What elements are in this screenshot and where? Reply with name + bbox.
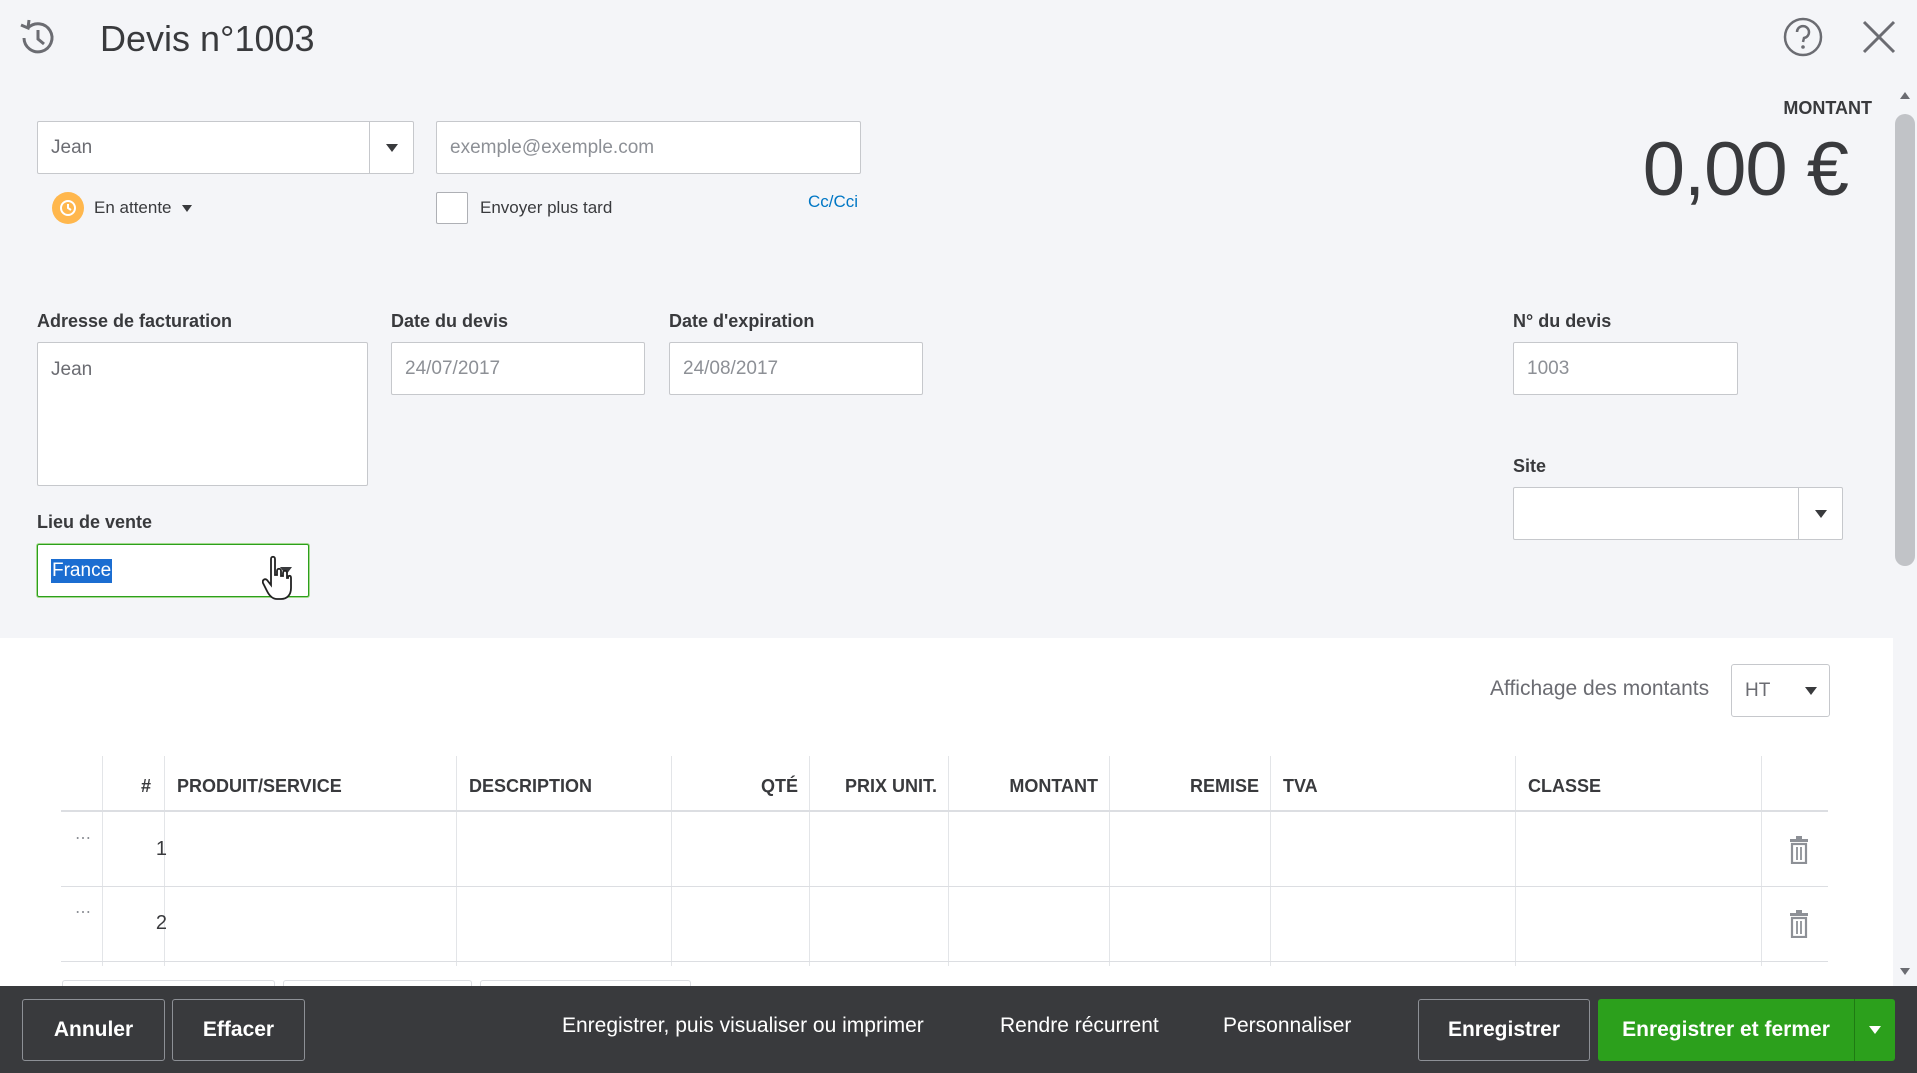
row-number: 2 [155,912,167,934]
close-icon[interactable] [1858,16,1900,58]
drag-handle-icon[interactable]: ⋯ [75,828,92,848]
quote-date-label: Date du devis [391,311,509,331]
column-divider [1515,756,1516,966]
make-recurring-button[interactable]: Rendre récurrent [1000,1014,1159,1038]
save-and-close-button[interactable]: Enregistrer et fermer [1598,999,1854,1061]
save-button[interactable]: Enregistrer [1418,999,1590,1061]
quote-date-field[interactable]: 24/07/2017 [391,342,645,395]
column-header-amount: MONTANT [1009,775,1098,796]
clock-icon [52,192,84,224]
status-label: En attente [94,198,172,217]
expiry-date-value: 24/08/2017 [683,357,779,379]
amount-value: 0,00 € [1642,127,1849,212]
quote-number-field[interactable]: 1003 [1513,342,1738,395]
billing-address-value: Jean [51,359,93,380]
chevron-down-icon [1814,509,1827,518]
expiry-date-label: Date d'expiration [669,311,815,331]
column-header-description: DESCRIPTION [469,775,593,796]
billing-address-label: Adresse de facturation [37,311,233,331]
cancel-button[interactable]: Annuler [22,999,165,1061]
column-header-class: CLASSE [1528,775,1602,796]
history-icon[interactable] [16,16,60,60]
site-dropdown-button[interactable] [1798,488,1842,539]
quote-number-label: N° du devis [1513,311,1612,331]
customize-button[interactable]: Personnaliser [1223,1014,1351,1038]
save-and-print-button[interactable]: Enregistrer, puis visualiser ou imprimer [562,1014,924,1038]
amounts-display-select[interactable]: HT [1731,664,1830,717]
quote-number-value: 1003 [1527,357,1570,379]
customer-select[interactable]: Jean [37,121,414,174]
email-field[interactable]: exemple@exemple.com [436,121,861,174]
customer-dropdown-button[interactable] [369,122,413,173]
page-title: Devis n°1003 [100,18,315,59]
hand-cursor-icon [262,555,292,600]
chevron-down-icon [1869,1026,1881,1034]
scrollbar-thumb[interactable] [1895,114,1915,566]
amounts-display-label: Affichage des montants [1490,677,1710,700]
vertical-scrollbar[interactable] [1893,88,1917,986]
column-header-product: PRODUIT/SERVICE [177,775,342,796]
column-divider [102,756,103,966]
amounts-display-value: HT [1745,679,1771,701]
drag-handle-icon[interactable]: ⋯ [75,902,92,922]
help-icon[interactable] [1782,16,1824,58]
clear-button[interactable]: Effacer [172,999,305,1061]
trash-icon[interactable] [1788,836,1810,864]
scroll-down-arrow-icon[interactable] [1900,968,1910,975]
site-select[interactable] [1513,487,1843,540]
amounts-display-dropdown-button[interactable] [1793,665,1829,716]
save-and-close-split-button[interactable]: Enregistrer et fermer [1598,999,1895,1061]
site-label: Site [1513,456,1547,476]
header: Devis n°1003 [0,0,1917,80]
send-later-checkbox[interactable]: Envoyer plus tard [436,192,612,224]
save-options-dropdown-button[interactable] [1854,999,1895,1061]
column-header-number: # [141,775,152,796]
place-of-sale-value: France [51,558,113,583]
quote-date-value: 24/07/2017 [405,357,501,379]
table-header-divider [61,810,1828,812]
status-dropdown[interactable]: En attente [52,192,192,224]
scroll-up-arrow-icon[interactable] [1900,92,1910,99]
column-divider [456,756,457,966]
column-divider [1270,756,1271,966]
trash-icon[interactable] [1788,910,1810,938]
amount-label: MONTANT [1783,98,1872,118]
chevron-down-icon [1805,686,1817,695]
checkbox[interactable] [436,192,468,224]
expiry-date-field[interactable]: 24/08/2017 [669,342,923,395]
column-header-discount: REMISE [1189,775,1259,796]
send-later-label: Envoyer plus tard [480,198,613,217]
customer-value: Jean [51,136,93,158]
column-header-unit-price: PRIX UNIT. [844,775,937,796]
billing-address-field[interactable]: Jean [37,342,368,486]
email-placeholder: exemple@exemple.com [450,136,655,158]
footer-toolbar: Annuler Effacer Enregistrer, puis visual… [0,986,1917,1073]
column-header-vat: TVA [1283,775,1318,796]
chevron-down-icon [385,143,398,152]
row-divider [61,886,1828,887]
row-divider [61,961,1828,962]
row-number: 1 [155,838,167,860]
place-of-sale-label: Lieu de vente [37,512,153,532]
chevron-down-icon [181,204,192,212]
cc-bcc-link[interactable]: Cc/Cci [808,192,858,212]
column-header-qty: QTÉ [760,775,798,796]
column-divider [1761,756,1762,966]
